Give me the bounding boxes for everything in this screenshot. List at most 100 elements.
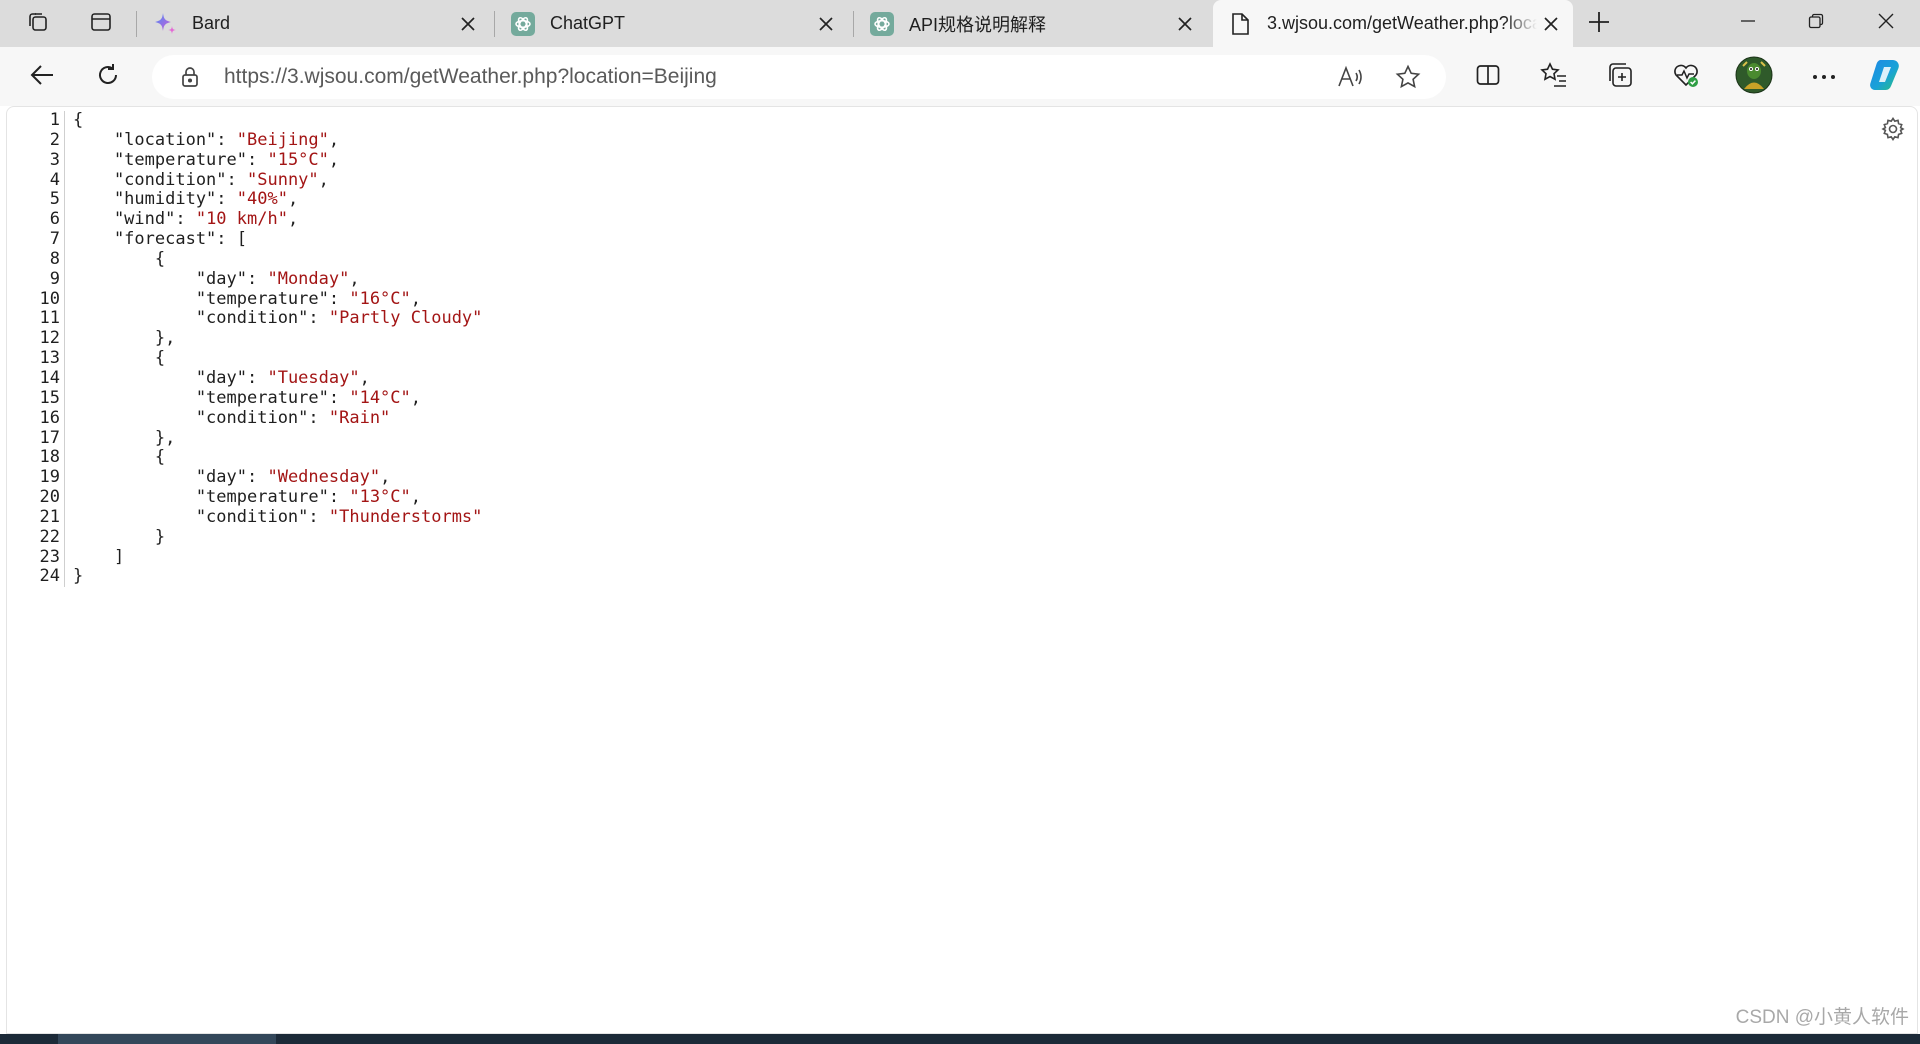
line-number: 4 [7, 170, 65, 191]
address-bar[interactable]: https://3.wjsou.com/getWeather.php?locat… [152, 55, 1446, 99]
line-number: 12 [7, 328, 65, 350]
json-code-block[interactable]: 1{2 "location": "Beijing", 3 "temperature… [7, 110, 483, 588]
code-line: 12 }, [7, 328, 482, 350]
json-punctuation: , [349, 268, 360, 289]
tab-divider [853, 11, 854, 37]
browser-essentials-button[interactable] [1664, 55, 1708, 99]
close-icon[interactable] [1171, 10, 1199, 38]
workspaces-button[interactable] [18, 6, 58, 42]
line-number: 2 [7, 130, 65, 151]
code-text: "day": "Tuesday", [65, 367, 370, 389]
favorites-list-icon [1540, 61, 1568, 93]
heart-pulse-icon [1672, 61, 1700, 94]
refresh-button[interactable] [86, 55, 130, 99]
code-line: 7 "forecast": [ [7, 229, 482, 250]
json-string-value: "Partly Cloudy" [328, 308, 483, 329]
close-icon[interactable] [454, 10, 482, 38]
json-punctuation: , [318, 169, 329, 190]
code-text: "condition": "Rain" [65, 407, 390, 429]
json-punctuation: } [73, 526, 166, 547]
code-line: 21 "condition": "Thunderstorms" [7, 507, 482, 528]
line-number: 24 [7, 567, 65, 588]
back-arrow-icon [29, 62, 55, 93]
avatar [1735, 56, 1773, 99]
restore-button[interactable] [1782, 0, 1850, 47]
close-window-button[interactable] [1852, 0, 1920, 47]
line-number: 21 [7, 507, 65, 528]
line-number: 17 [7, 428, 65, 449]
more-options-button[interactable] [1802, 55, 1846, 99]
chatgpt-icon [510, 11, 536, 37]
code-line: 6 "wind": "10 km/h", [7, 209, 482, 231]
code-line: 8 { [7, 248, 482, 270]
json-punctuation: , [287, 189, 299, 210]
code-text: } [65, 566, 84, 587]
favorites-button[interactable] [1532, 55, 1576, 99]
tab-actions-button[interactable] [81, 6, 121, 42]
json-punctuation: "temperature": [73, 387, 350, 408]
code-line: 17 }, [7, 428, 482, 449]
code-text: { [65, 447, 165, 468]
minimize-button[interactable] [1714, 0, 1782, 47]
collections-button[interactable] [1598, 55, 1642, 99]
document-icon [1227, 11, 1253, 37]
tab-bard[interactable]: Bard [138, 0, 490, 47]
line-number: 23 [7, 547, 65, 568]
code-text: }, [65, 328, 175, 349]
code-line: 9 "day": "Monday", [7, 268, 482, 290]
line-number: 7 [7, 229, 65, 250]
code-text: { [65, 348, 166, 369]
split-screen-button[interactable] [1466, 55, 1510, 99]
json-punctuation: , [359, 367, 370, 388]
code-text: "temperature": "13°C", [65, 487, 422, 508]
line-number: 5 [7, 190, 65, 211]
code-text: "day": "Wednesday", [65, 467, 391, 488]
copilot-button[interactable] [1864, 55, 1908, 99]
json-punctuation: ] [73, 546, 125, 567]
read-aloud-icon[interactable] [1330, 57, 1370, 97]
close-icon [1877, 12, 1895, 35]
json-string-value: "16°C" [349, 288, 411, 309]
json-punctuation: } [73, 566, 84, 587]
line-number: 19 [7, 467, 65, 489]
collections-icon [1606, 61, 1634, 94]
code-line: 19 "day": "Wednesday", [7, 467, 482, 489]
line-number: 1 [7, 110, 65, 131]
close-icon[interactable] [812, 10, 840, 38]
json-punctuation: "humidity": [73, 189, 237, 210]
tab-get-weather[interactable]: 3.wjsou.com/getWeather.php?location=Beij… [1213, 0, 1573, 47]
code-text: ] [65, 546, 125, 568]
json-punctuation: , [410, 487, 422, 508]
code-line: 11 "condition": "Partly Cloudy" [7, 308, 483, 330]
url-text[interactable]: https://3.wjsou.com/getWeather.php?locat… [224, 65, 1330, 89]
code-line: 20 "temperature": "13°C", [7, 487, 482, 508]
code-text: "wind": "10 km/h", [65, 209, 298, 230]
json-punctuation: "day": [73, 467, 268, 488]
json-viewer: 1{2 "location": "Beijing", 3 "temperature… [6, 106, 1918, 1034]
line-number: 18 [7, 447, 65, 469]
profile-button[interactable] [1732, 55, 1776, 99]
new-tab-button[interactable] [1579, 6, 1619, 42]
split-screen-icon [1475, 62, 1501, 93]
close-icon[interactable] [1537, 10, 1565, 38]
json-string-value: "13°C" [349, 487, 411, 508]
lock-icon[interactable] [176, 63, 204, 91]
json-punctuation: { [73, 110, 84, 130]
viewer-settings-button[interactable] [1877, 115, 1909, 147]
json-punctuation: "condition": [73, 407, 329, 428]
chatgpt-icon [869, 11, 895, 37]
back-button[interactable] [20, 55, 64, 99]
json-punctuation: "temperature": [73, 487, 350, 508]
json-string-value: "14°C" [349, 387, 411, 408]
bard-sparkle-icon [152, 11, 178, 37]
json-punctuation: "condition": [73, 169, 247, 190]
code-text: "temperature": "15°C", [65, 150, 339, 171]
favorite-star-icon[interactable] [1388, 57, 1428, 97]
json-punctuation: { [73, 348, 166, 369]
tab-chatgpt[interactable]: ChatGPT [496, 0, 848, 47]
line-number: 20 [7, 487, 65, 508]
json-punctuation: { [73, 248, 166, 269]
json-punctuation: , [410, 387, 422, 408]
line-number: 10 [7, 289, 65, 310]
tab-api-spec[interactable]: API规格说明解释 [855, 0, 1207, 47]
